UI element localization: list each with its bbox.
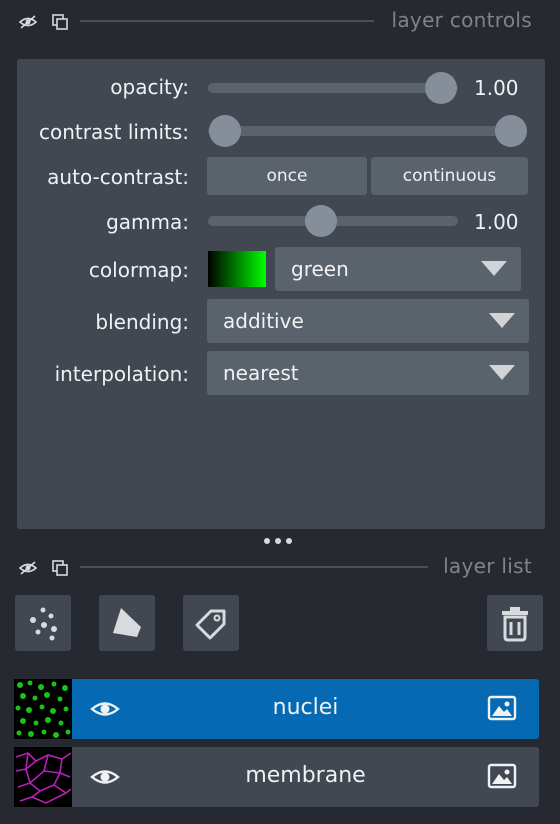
image-icon bbox=[487, 695, 517, 721]
layer-row[interactable]: membrane bbox=[14, 747, 539, 807]
opacity-value: 1.00 bbox=[474, 76, 519, 100]
auto-contrast-once-button[interactable]: once bbox=[207, 157, 367, 195]
opacity-slider-handle[interactable] bbox=[425, 72, 457, 104]
layer-controls-titlebar: layer controls bbox=[0, 6, 560, 36]
chevron-down-icon bbox=[489, 365, 515, 380]
title-divider bbox=[80, 566, 428, 568]
interpolation-value: nearest bbox=[223, 361, 299, 385]
gamma-slider-handle[interactable] bbox=[305, 205, 337, 237]
contrast-high-handle[interactable] bbox=[495, 115, 527, 147]
blending-value: additive bbox=[223, 309, 304, 333]
layer-thumbnail bbox=[14, 747, 72, 807]
points-icon bbox=[30, 607, 57, 641]
contrast-limits-track[interactable] bbox=[208, 126, 526, 136]
opacity-label: opacity: bbox=[110, 75, 189, 99]
shapes-icon bbox=[113, 608, 141, 637]
new-shapes-layer-button[interactable] bbox=[99, 595, 155, 651]
image-icon bbox=[487, 763, 517, 789]
gamma-label: gamma: bbox=[106, 210, 189, 234]
colormap-select[interactable]: green bbox=[275, 247, 521, 291]
colormap-label: colormap: bbox=[88, 258, 189, 282]
contrast-low-handle[interactable] bbox=[209, 115, 241, 147]
splitter-handle[interactable] bbox=[264, 538, 292, 544]
chevron-down-icon bbox=[481, 261, 507, 276]
new-points-layer-button[interactable] bbox=[15, 595, 71, 651]
auto-contrast-continuous-button[interactable]: continuous bbox=[371, 157, 528, 195]
layer-controls-title: layer controls bbox=[391, 8, 532, 32]
layer-name[interactable]: membrane bbox=[72, 763, 539, 788]
layer-body[interactable]: nuclei bbox=[72, 679, 539, 739]
hide-eye-icon[interactable] bbox=[18, 558, 38, 578]
gamma-value: 1.00 bbox=[474, 210, 519, 234]
float-window-icon[interactable] bbox=[50, 12, 70, 32]
chevron-down-icon bbox=[489, 313, 515, 328]
layer-row[interactable]: nuclei bbox=[14, 679, 539, 739]
tag-icon bbox=[195, 609, 226, 640]
opacity-slider-track[interactable] bbox=[208, 83, 458, 93]
float-window-icon[interactable] bbox=[50, 558, 70, 578]
title-divider bbox=[80, 20, 374, 22]
delete-layer-button[interactable] bbox=[487, 595, 543, 651]
interpolation-select[interactable]: nearest bbox=[207, 351, 529, 395]
layer-name[interactable]: nuclei bbox=[72, 695, 539, 720]
auto-contrast-label: auto-contrast: bbox=[47, 165, 189, 189]
contrast-limits-label: contrast limits: bbox=[39, 120, 189, 144]
layer-list-titlebar: layer list bbox=[0, 552, 560, 582]
hide-eye-icon[interactable] bbox=[18, 12, 38, 32]
colormap-swatch bbox=[208, 251, 266, 287]
blending-label: blending: bbox=[95, 310, 189, 334]
layer-list-title: layer list bbox=[443, 554, 532, 578]
colormap-value: green bbox=[291, 257, 349, 281]
layer-thumbnail bbox=[14, 679, 72, 739]
layer-body[interactable]: membrane bbox=[72, 747, 539, 807]
interpolation-label: interpolation: bbox=[54, 362, 189, 386]
trash-icon bbox=[502, 607, 528, 642]
new-labels-layer-button[interactable] bbox=[183, 595, 239, 651]
blending-select[interactable]: additive bbox=[207, 299, 529, 343]
